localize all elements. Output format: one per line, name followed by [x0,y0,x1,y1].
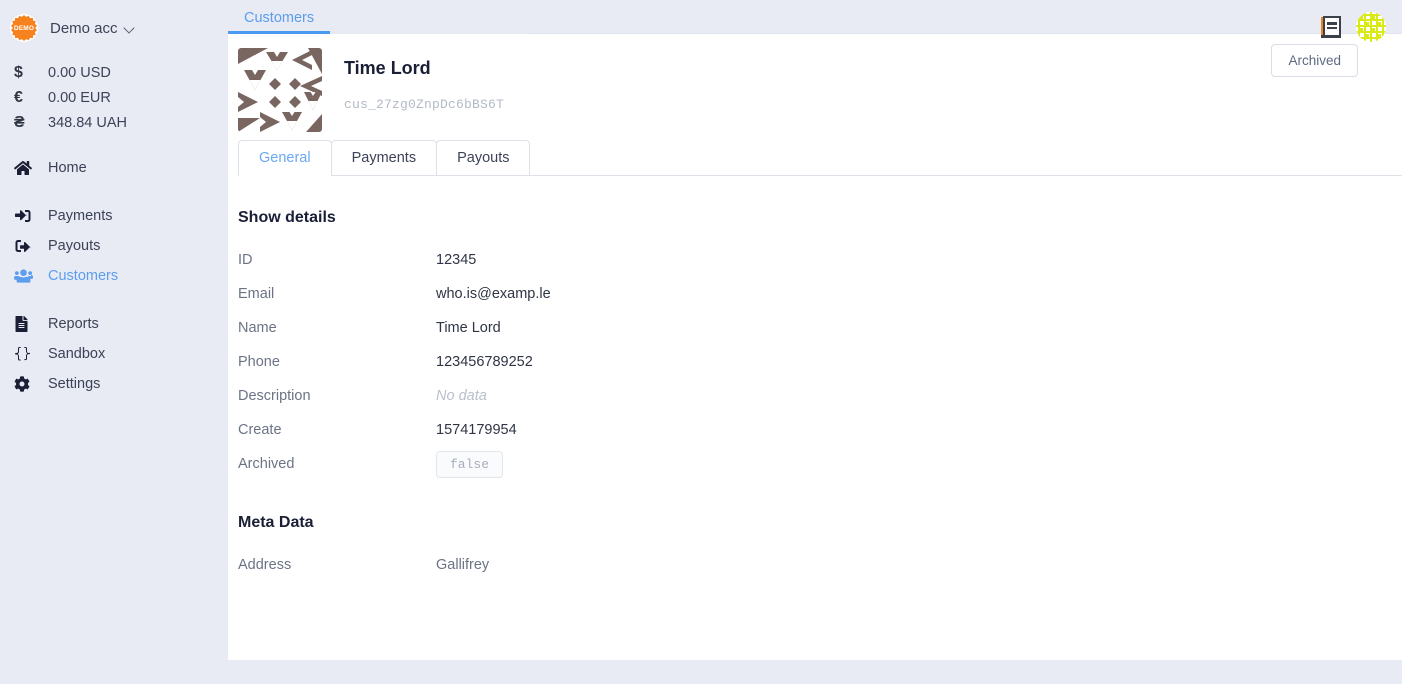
chevron-down-icon [125,23,135,33]
tab-general[interactable]: General [238,140,332,176]
nav-group-tools: Reports Sandbox Settings [0,309,228,399]
detail-value: 1574179954 [436,422,517,438]
tab-payments[interactable]: Payments [330,140,438,176]
sidebar-item-payouts[interactable]: Payouts [0,231,228,261]
detail-label: Address [238,557,292,573]
sidebar-item-reports[interactable]: Reports [0,309,228,339]
meta-row-address: Address Gallifrey [238,548,1402,582]
balance-row: € 0.00 EUR [14,85,228,110]
sidebar-item-label: Sandbox [48,345,106,362]
meta-data-heading: Meta Data [238,514,314,531]
book-icon[interactable] [1320,15,1342,39]
balance-amount-usd: 0.00 USD [48,64,111,81]
detail-label: Phone [238,354,280,370]
detail-tabs: General Payments Payouts [228,140,1402,176]
customer-id-token: cus_27zg0ZnpDc6bBS6T [344,96,505,112]
brand-logo-burst: DEMO [11,15,37,41]
sidebar-item-label: Customers [48,267,119,284]
balance-amount-eur: 0.00 EUR [48,89,111,106]
detail-row-id: ID 12345 [238,243,1402,277]
balance-row: ₴ 348.84 UAH [14,110,228,135]
brand-account-switcher[interactable]: DEMO Demo acc [0,0,228,56]
sidebar-item-customers[interactable]: Customers [0,261,228,291]
sign-in-arrow-icon [14,208,48,224]
sidebar-item-label: Settings [48,375,101,392]
sidebar-item-label: Payments [48,207,113,224]
detail-row-name: Name Time Lord [238,311,1402,345]
detail-row-email: Email who.is@examp.le [238,277,1402,311]
code-braces-icon [14,346,48,362]
document-icon [14,316,48,332]
meta-data-section: Meta Data Address Gallifrey [228,514,1402,582]
topbar-actions [1320,12,1386,42]
show-details-section: Show details ID 12345 Email who.is@examp… [228,209,1402,481]
currency-symbol-usd: $ [14,63,23,81]
sidebar-item-label: Payouts [48,237,101,254]
detail-label: Name [238,320,277,336]
customer-header: Time Lord cus_27zg0ZnpDc6bBS6T Archived [228,34,1402,138]
sidebar-item-payments[interactable]: Payments [0,201,228,231]
home-icon [14,160,48,176]
detail-value: Gallifrey [436,557,490,573]
sidebar: DEMO Demo acc $ 0.00 USD € 0.00 EUR ₴ 34… [0,0,228,684]
customer-detail-card: Time Lord cus_27zg0ZnpDc6bBS6T Archived … [228,34,1402,660]
detail-value-empty: No data [436,388,487,404]
sign-out-arrow-icon [14,238,48,254]
sidebar-item-label: Home [48,159,87,176]
detail-value: 123456789252 [436,354,533,370]
detail-value: who.is@examp.le [436,286,551,302]
detail-label: Create [238,422,282,438]
sidebar-nav: Home Payments Payouts Customers Reports … [0,153,228,399]
app-root: DEMO Demo acc $ 0.00 USD € 0.00 EUR ₴ 34… [0,0,1402,684]
currency-symbol-eur: € [14,88,23,106]
user-avatar-identicon[interactable] [1356,12,1386,42]
detail-label: Email [238,286,275,302]
main-area: Customers Time Lord cus_27zg0ZnpDc6bBS6T… [228,0,1402,684]
balances-list: $ 0.00 USD € 0.00 EUR ₴ 348.84 UAH [0,60,228,135]
balance-amount-uah: 348.84 UAH [48,114,127,131]
account-name: Demo acc [50,19,118,37]
customer-meta: Time Lord cus_27zg0ZnpDc6bBS6T [322,48,504,112]
tab-payouts[interactable]: Payouts [436,140,531,176]
detail-row-description: Description No data [238,379,1402,413]
sidebar-item-sandbox[interactable]: Sandbox [0,339,228,369]
gear-icon [14,376,48,392]
account-name-wrap: Demo acc [50,20,135,37]
detail-row-archived: Archived false [238,447,1402,481]
tab-customers[interactable]: Customers [228,10,331,34]
page-title: Time Lord [344,58,431,78]
browser-tabbar: Customers [228,0,1402,34]
customer-identicon [238,48,322,132]
archive-button[interactable]: Archived [1271,44,1358,77]
sidebar-item-settings[interactable]: Settings [0,369,228,399]
nav-group-transactions: Payments Payouts Customers [0,201,228,291]
detail-value: 12345 [436,252,477,268]
sidebar-item-home[interactable]: Home [0,153,228,183]
users-group-icon [14,268,48,284]
currency-symbol-uah: ₴ [14,113,25,131]
show-details-heading: Show details [238,209,336,226]
balance-row: $ 0.00 USD [14,60,228,85]
detail-label: Archived [238,456,295,472]
detail-row-phone: Phone 123456789252 [238,345,1402,379]
detail-label: Description [238,388,311,404]
sidebar-item-label: Reports [48,315,99,332]
detail-label: ID [238,252,253,268]
brand-logo: DEMO [10,14,38,42]
nav-group-primary: Home [0,153,228,183]
detail-row-create: Create 1574179954 [238,413,1402,447]
status-badge: false [436,450,504,478]
detail-value: Time Lord [436,320,501,336]
